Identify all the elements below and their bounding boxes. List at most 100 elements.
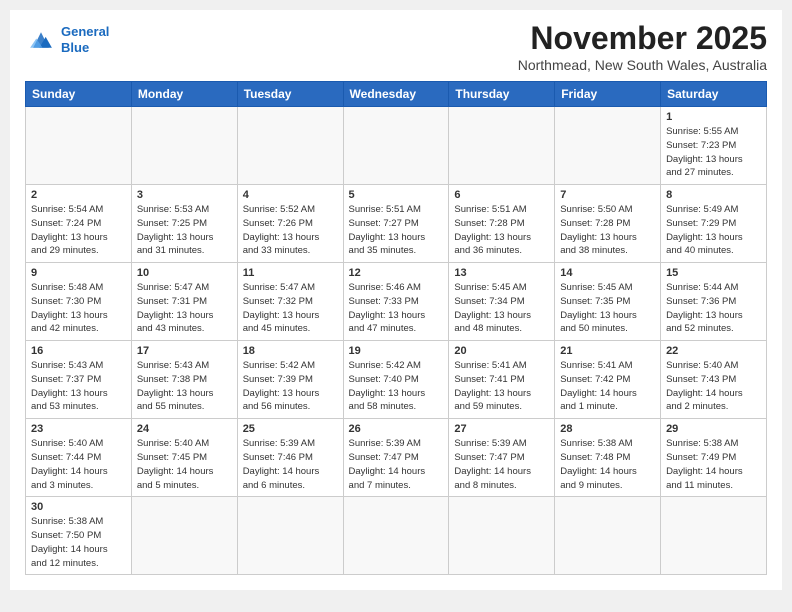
day-number: 13 bbox=[454, 267, 549, 279]
calendar-table: Sunday Monday Tuesday Wednesday Thursday… bbox=[25, 81, 767, 575]
header: General Blue November 2025 Northmead, Ne… bbox=[25, 20, 767, 73]
calendar-day-cell: 27 Sunrise: 5:39 AMSunset: 7:47 PMDayligh… bbox=[449, 419, 555, 497]
day-info: Sunrise: 5:51 AMSunset: 7:28 PMDaylight:… bbox=[454, 203, 549, 258]
calendar-day-cell bbox=[449, 497, 555, 575]
calendar-day-cell: 5Sunrise: 5:51 AMSunset: 7:27 PMDaylight… bbox=[343, 185, 449, 263]
logo: General Blue bbox=[25, 24, 109, 55]
day-info: Sunrise: 5:45 AMSunset: 7:35 PMDaylight:… bbox=[560, 281, 655, 336]
day-number: 27 bbox=[454, 423, 549, 435]
calendar-header-row: Sunday Monday Tuesday Wednesday Thursday… bbox=[26, 82, 767, 107]
calendar-day-cell: 7 Sunrise: 5:50 AMSunset: 7:28 PMDaylight… bbox=[555, 185, 661, 263]
day-info: Sunrise: 5:54 AMSunset: 7:24 PMDaylight:… bbox=[31, 203, 126, 258]
calendar-day-cell: 8 Sunrise: 5:49 AMSunset: 7:29 PMDaylight… bbox=[661, 185, 767, 263]
day-number: 29 bbox=[666, 423, 761, 435]
col-friday: Friday bbox=[555, 82, 661, 107]
day-info: Sunrise: 5:48 AMSunset: 7:30 PMDaylight:… bbox=[31, 281, 126, 336]
day-info: Sunrise: 5:38 AMSunset: 7:50 PMDaylight:… bbox=[31, 515, 126, 570]
calendar-day-cell: 16 Sunrise: 5:43 AMSunset: 7:37 PMDayligh… bbox=[26, 341, 132, 419]
day-number: 18 bbox=[243, 345, 338, 357]
logo-general: General bbox=[61, 24, 109, 39]
day-info: Sunrise: 5:40 AMSunset: 7:43 PMDaylight:… bbox=[666, 359, 761, 414]
calendar-day-cell: 3 Sunrise: 5:53 AMSunset: 7:25 PMDaylight… bbox=[131, 185, 237, 263]
day-info: Sunrise: 5:47 AMSunset: 7:32 PMDaylight:… bbox=[243, 281, 338, 336]
calendar-day-cell: 19Sunrise: 5:42 AMSunset: 7:40 PMDayligh… bbox=[343, 341, 449, 419]
day-info: Sunrise: 5:40 AMSunset: 7:45 PMDaylight:… bbox=[137, 437, 232, 492]
calendar-day-cell: 20Sunrise: 5:41 AMSunset: 7:41 PMDayligh… bbox=[449, 341, 555, 419]
day-number: 11 bbox=[243, 267, 338, 279]
calendar-day-cell bbox=[131, 107, 237, 185]
day-info: Sunrise: 5:45 AMSunset: 7:34 PMDaylight:… bbox=[454, 281, 549, 336]
month-title: November 2025 bbox=[518, 20, 767, 57]
day-number: 17 bbox=[137, 345, 232, 357]
day-number: 14 bbox=[560, 267, 655, 279]
calendar-day-cell bbox=[237, 107, 343, 185]
calendar-week-row: 30 Sunrise: 5:38 AMSunset: 7:50 PMDayligh… bbox=[26, 497, 767, 575]
day-info: Sunrise: 5:42 AMSunset: 7:39 PMDaylight:… bbox=[243, 359, 338, 414]
day-info: Sunrise: 5:53 AMSunset: 7:25 PMDaylight:… bbox=[137, 203, 232, 258]
day-number: 1 bbox=[666, 111, 761, 123]
day-number: 8 bbox=[666, 189, 761, 201]
logo-blue: Blue bbox=[61, 40, 89, 55]
calendar-day-cell: 2Sunrise: 5:54 AMSunset: 7:24 PMDaylight… bbox=[26, 185, 132, 263]
calendar-day-cell: 28Sunrise: 5:38 AMSunset: 7:48 PMDayligh… bbox=[555, 419, 661, 497]
calendar-day-cell: 21Sunrise: 5:41 AMSunset: 7:42 PMDayligh… bbox=[555, 341, 661, 419]
day-number: 4 bbox=[243, 189, 338, 201]
calendar-day-cell: 6Sunrise: 5:51 AMSunset: 7:28 PMDaylight… bbox=[449, 185, 555, 263]
calendar-day-cell bbox=[661, 497, 767, 575]
day-number: 24 bbox=[137, 423, 232, 435]
calendar-day-cell: 12Sunrise: 5:46 AMSunset: 7:33 PMDayligh… bbox=[343, 263, 449, 341]
day-number: 22 bbox=[666, 345, 761, 357]
calendar-day-cell: 9 Sunrise: 5:48 AMSunset: 7:30 PMDaylight… bbox=[26, 263, 132, 341]
day-number: 16 bbox=[31, 345, 126, 357]
day-info: Sunrise: 5:43 AMSunset: 7:37 PMDaylight:… bbox=[31, 359, 126, 414]
calendar-day-cell: 10Sunrise: 5:47 AMSunset: 7:31 PMDayligh… bbox=[131, 263, 237, 341]
calendar-week-row: 1 Sunrise: 5:55 AMSunset: 7:23 PMDaylight… bbox=[26, 107, 767, 185]
logo-text: General Blue bbox=[61, 24, 109, 55]
calendar-day-cell bbox=[237, 497, 343, 575]
day-info: Sunrise: 5:39 AMSunset: 7:46 PMDaylight:… bbox=[243, 437, 338, 492]
calendar-day-cell: 17Sunrise: 5:43 AMSunset: 7:38 PMDayligh… bbox=[131, 341, 237, 419]
col-saturday: Saturday bbox=[661, 82, 767, 107]
calendar-day-cell bbox=[449, 107, 555, 185]
day-info: Sunrise: 5:55 AMSunset: 7:23 PMDaylight:… bbox=[666, 125, 761, 180]
day-info: Sunrise: 5:38 AMSunset: 7:49 PMDaylight:… bbox=[666, 437, 761, 492]
calendar-day-cell: 23Sunrise: 5:40 AMSunset: 7:44 PMDayligh… bbox=[26, 419, 132, 497]
calendar-day-cell: 26Sunrise: 5:39 AMSunset: 7:47 PMDayligh… bbox=[343, 419, 449, 497]
calendar-body: 1 Sunrise: 5:55 AMSunset: 7:23 PMDaylight… bbox=[26, 107, 767, 575]
day-number: 20 bbox=[454, 345, 549, 357]
calendar-day-cell: 4 Sunrise: 5:52 AMSunset: 7:26 PMDaylight… bbox=[237, 185, 343, 263]
calendar-day-cell: 11 Sunrise: 5:47 AMSunset: 7:32 PMDayligh… bbox=[237, 263, 343, 341]
day-info: Sunrise: 5:50 AMSunset: 7:28 PMDaylight:… bbox=[560, 203, 655, 258]
calendar-day-cell: 13 Sunrise: 5:45 AMSunset: 7:34 PMDayligh… bbox=[449, 263, 555, 341]
calendar-day-cell: 24 Sunrise: 5:40 AMSunset: 7:45 PMDayligh… bbox=[131, 419, 237, 497]
day-info: Sunrise: 5:44 AMSunset: 7:36 PMDaylight:… bbox=[666, 281, 761, 336]
calendar-day-cell bbox=[555, 497, 661, 575]
col-sunday: Sunday bbox=[26, 82, 132, 107]
calendar-day-cell bbox=[343, 107, 449, 185]
day-number: 7 bbox=[560, 189, 655, 201]
calendar-day-cell bbox=[343, 497, 449, 575]
page: General Blue November 2025 Northmead, Ne… bbox=[10, 10, 782, 590]
day-number: 28 bbox=[560, 423, 655, 435]
calendar-week-row: 16 Sunrise: 5:43 AMSunset: 7:37 PMDayligh… bbox=[26, 341, 767, 419]
calendar-day-cell: 25Sunrise: 5:39 AMSunset: 7:46 PMDayligh… bbox=[237, 419, 343, 497]
day-info: Sunrise: 5:42 AMSunset: 7:40 PMDaylight:… bbox=[349, 359, 444, 414]
day-number: 12 bbox=[349, 267, 444, 279]
day-number: 15 bbox=[666, 267, 761, 279]
calendar-day-cell bbox=[555, 107, 661, 185]
day-number: 3 bbox=[137, 189, 232, 201]
day-info: Sunrise: 5:39 AMSunset: 7:47 PMDaylight:… bbox=[454, 437, 549, 492]
day-number: 5 bbox=[349, 189, 444, 201]
day-info: Sunrise: 5:49 AMSunset: 7:29 PMDaylight:… bbox=[666, 203, 761, 258]
day-number: 30 bbox=[31, 501, 126, 513]
day-info: Sunrise: 5:40 AMSunset: 7:44 PMDaylight:… bbox=[31, 437, 126, 492]
day-number: 9 bbox=[31, 267, 126, 279]
day-number: 10 bbox=[137, 267, 232, 279]
calendar-day-cell: 15 Sunrise: 5:44 AMSunset: 7:36 PMDayligh… bbox=[661, 263, 767, 341]
col-thursday: Thursday bbox=[449, 82, 555, 107]
calendar-day-cell bbox=[26, 107, 132, 185]
calendar-week-row: 9 Sunrise: 5:48 AMSunset: 7:30 PMDaylight… bbox=[26, 263, 767, 341]
day-info: Sunrise: 5:52 AMSunset: 7:26 PMDaylight:… bbox=[243, 203, 338, 258]
day-info: Sunrise: 5:39 AMSunset: 7:47 PMDaylight:… bbox=[349, 437, 444, 492]
calendar-week-row: 2Sunrise: 5:54 AMSunset: 7:24 PMDaylight… bbox=[26, 185, 767, 263]
